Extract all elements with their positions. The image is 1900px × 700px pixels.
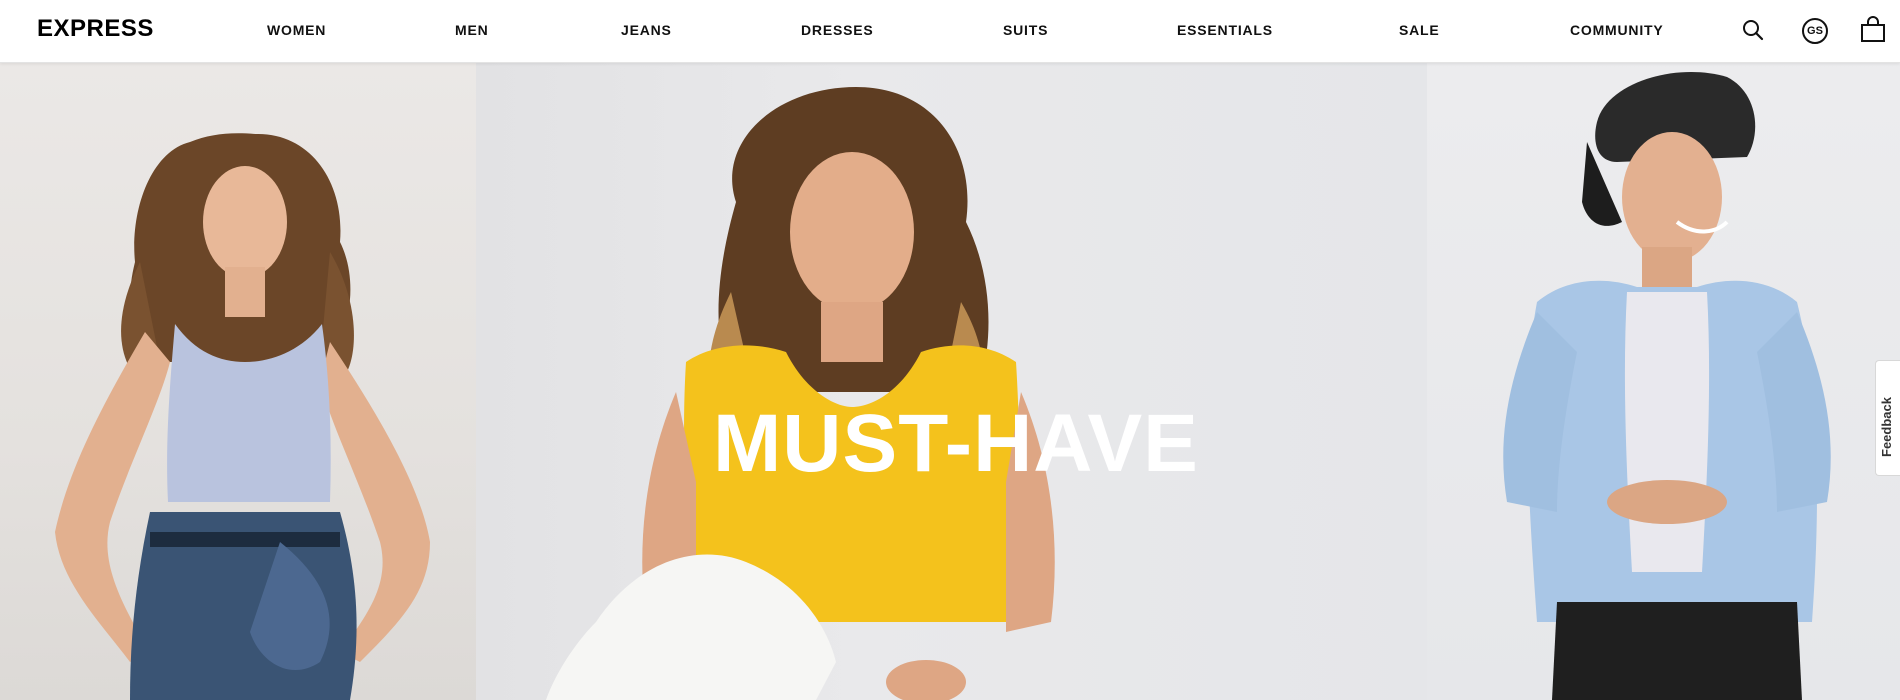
hero-image-women-yellow-top[interactable] (476, 62, 1427, 700)
site-header: EXPRESS WOMEN MEN JEANS DRESSES SUITS ES… (0, 0, 1900, 63)
nav-women[interactable]: WOMEN (267, 22, 326, 38)
feedback-tab[interactable]: Feedback (1875, 360, 1900, 476)
account-icon[interactable]: GS (1802, 18, 1828, 44)
search-icon[interactable] (1739, 16, 1767, 44)
nav-suits[interactable]: SUITS (1003, 22, 1048, 38)
nav-dresses[interactable]: DRESSES (801, 22, 874, 38)
nav-jeans[interactable]: JEANS (621, 22, 672, 38)
hero-headline: MUST-HAVE (713, 398, 1199, 489)
nav-sale[interactable]: SALE (1399, 22, 1440, 38)
nav-men[interactable]: MEN (455, 22, 489, 38)
shopping-bag-icon[interactable] (1859, 16, 1887, 44)
nav-community[interactable]: COMMUNITY (1570, 22, 1664, 38)
feedback-label: Feedback (1879, 397, 1894, 457)
hero-banner[interactable]: MUST-HAVE (0, 62, 1900, 700)
express-logo[interactable]: EXPRESS (37, 15, 154, 43)
nav-essentials[interactable]: ESSENTIALS (1177, 22, 1273, 38)
hero-image-women-blue-top[interactable] (0, 62, 476, 700)
hero-image-men-blue-shirt[interactable] (1427, 62, 1900, 700)
